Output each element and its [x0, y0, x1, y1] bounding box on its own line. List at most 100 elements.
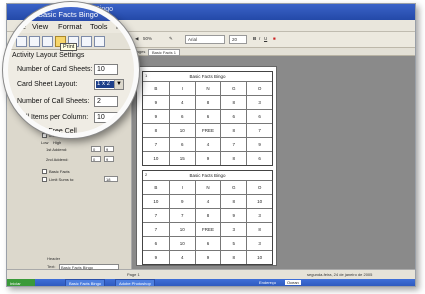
bingo-cell: 4: [194, 137, 221, 151]
limit-sums-checkbox[interactable]: [42, 177, 47, 182]
bingo-cell: 8: [194, 208, 221, 222]
bold-button[interactable]: B: [253, 36, 256, 41]
menu-tools[interactable]: Tools: [90, 22, 108, 31]
bingo-cell: 5: [220, 236, 247, 250]
bingo-cell: 6: [168, 109, 195, 123]
bingo-header-cell: B: [143, 81, 169, 95]
card-sheets-field[interactable]: 10: [94, 64, 118, 75]
call-items-field[interactable]: 10: [94, 112, 118, 123]
bingo-cell: 6: [194, 236, 221, 250]
bingo-cell: 15: [168, 151, 195, 165]
header-label: Header: [47, 256, 61, 261]
bingo-cell: 7: [246, 123, 272, 137]
bingo-header-cell: G: [220, 81, 247, 95]
card-number: 2: [145, 172, 148, 177]
taskbar: Iniciar Basic Facts Bingo Adobe Photosho…: [7, 279, 415, 286]
basic-facts-checkbox[interactable]: [42, 169, 47, 174]
page-indicator: Page 1: [127, 272, 140, 277]
include-addition-checkbox[interactable]: [42, 133, 47, 138]
bingo-cell: 7: [143, 208, 169, 222]
call-items-label: Call Items per Column:: [17, 114, 89, 121]
basic-facts-label: Basic Facts: [49, 169, 70, 174]
limit-sums-label: Limit Sums to:: [49, 177, 75, 182]
bingo-cell: 4: [194, 194, 221, 208]
open-icon[interactable]: [29, 36, 40, 47]
second-addend-label: 2nd Addend:: [46, 157, 69, 162]
bingo-header-cell: B: [143, 180, 169, 194]
menu-view[interactable]: View: [32, 22, 48, 31]
bingo-cell: 10: [143, 194, 169, 208]
bingo-cell: 9: [143, 109, 169, 123]
task-adobe-photoshop[interactable]: Adobe Photoshop: [115, 279, 155, 286]
bingo-cell: 3: [246, 208, 272, 222]
bingo-header-cell: I: [168, 81, 195, 95]
activity-layout-header: Activity Layout Settings: [12, 52, 85, 59]
bingo-cell: 4: [168, 95, 195, 109]
underline-button[interactable]: U: [264, 36, 267, 41]
tab-basic-facts-1[interactable]: Basic Facts 1: [148, 49, 181, 56]
bingo-cell: 8: [220, 194, 247, 208]
start-button[interactable]: Iniciar: [7, 279, 35, 286]
bingo-cell: 9: [194, 151, 221, 165]
undo-icon[interactable]: [94, 36, 105, 47]
italic-button[interactable]: I: [259, 36, 260, 41]
address-field[interactable]: Ocean: [285, 280, 301, 285]
card-number: 1: [145, 73, 148, 78]
bingo-cell: 4: [168, 250, 195, 264]
bingo-grid: B I N G O 9 4 8 8 3 9 6 6 6 6 8 10 FREE 8 7 7 6 4 7 9 10 15 9 8 6: [143, 81, 272, 165]
bingo-cell: 3: [246, 236, 272, 250]
bingo-cell: 9: [194, 250, 221, 264]
bingo-cell: 9: [168, 194, 195, 208]
call-sheets-field[interactable]: 2: [94, 96, 118, 107]
text-color-icon[interactable]: ■: [273, 36, 276, 41]
menu-file[interactable]: File: [14, 22, 26, 31]
font-size-select[interactable]: 20: [229, 35, 247, 44]
zoom-level[interactable]: 50%: [143, 36, 152, 41]
bingo-cell: 10: [168, 222, 195, 236]
card-title: Basic Facts Bingo: [189, 173, 226, 178]
first-addend-label: 1st Addend:: [46, 147, 68, 152]
bingo-cell: 3: [246, 95, 272, 109]
bingo-cell: 8: [194, 95, 221, 109]
card-title: Basic Facts Bingo: [189, 74, 226, 79]
first-addend-high[interactable]: 9: [104, 146, 114, 152]
limit-sums-field[interactable]: 18: [104, 176, 118, 182]
save-icon[interactable]: [42, 36, 53, 47]
task-basic-facts-bingo[interactable]: Basic Facts Bingo: [65, 279, 106, 286]
bingo-cell: 8: [220, 250, 247, 264]
bingo-card-1: 1 Basic Facts Bingo B I N G O 9 4 8 8 3 9 6 6 6 6 8 10 FR…: [142, 71, 273, 166]
new-icon[interactable]: [16, 36, 27, 47]
second-addend-low[interactable]: 0: [91, 156, 101, 162]
menu-format[interactable]: Format: [58, 22, 82, 31]
second-addend-high[interactable]: 9: [104, 156, 114, 162]
bingo-cell: 7: [220, 137, 247, 151]
status-bar: Header Text: Basic Facts Bingo Page 1 se…: [7, 256, 415, 279]
bingo-cell: 7: [143, 222, 169, 236]
high-label: High: [53, 140, 62, 145]
chevron-down-icon[interactable]: ▼: [114, 80, 123, 89]
card-sheet-layout-value: 1 x 2: [96, 81, 114, 88]
bingo-cell: 10: [168, 236, 195, 250]
bingo-header-cell: G: [220, 180, 247, 194]
pencil-icon[interactable]: ✎: [169, 36, 173, 42]
bingo-cell: 7: [143, 137, 169, 151]
menu-help[interactable]: Help: [116, 22, 131, 31]
bingo-cell: 8: [220, 95, 247, 109]
paste-icon[interactable]: [81, 36, 92, 47]
zoom-icon[interactable]: ◀: [135, 36, 138, 42]
font-select[interactable]: Arial: [185, 35, 225, 44]
low-label: Low: [41, 140, 49, 145]
first-addend-low[interactable]: 0: [91, 146, 101, 152]
bingo-cell: 6: [220, 109, 247, 123]
lens-window-title: Basic Facts Bingo: [38, 10, 99, 19]
card-sheet-layout-label: Card Sheet Layout:: [17, 81, 78, 88]
bingo-cell: 10: [246, 250, 272, 264]
bingo-cell: 8: [143, 123, 169, 137]
bingo-header-cell: O: [246, 180, 272, 194]
bingo-card-2: 2 Basic Facts Bingo B I N G O 10 9 4 8 10 7 7 8 9 3 7 10…: [142, 170, 273, 265]
bingo-cell: 7: [168, 208, 195, 222]
address-label: Endereço: [259, 280, 277, 285]
header-text-field[interactable]: Basic Facts Bingo: [59, 264, 119, 270]
bingo-cell: 8: [220, 123, 247, 137]
card-sheet-layout-select[interactable]: 1 x 2 ▼: [94, 79, 124, 90]
